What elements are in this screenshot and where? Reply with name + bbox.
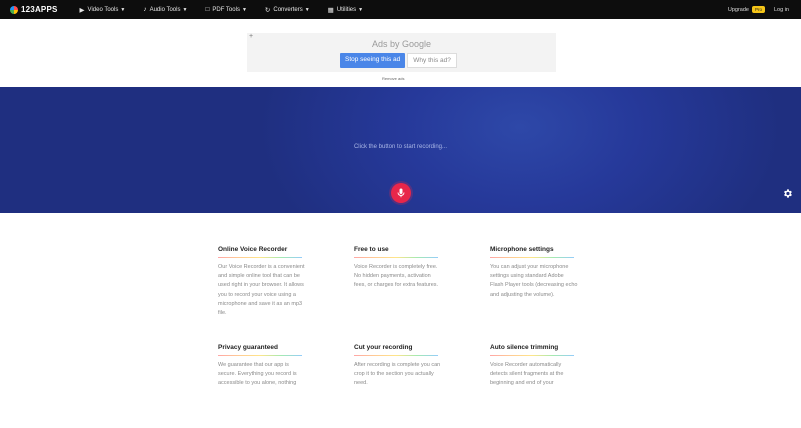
feature-title: Privacy guaranteed (218, 344, 278, 351)
nav-utilities[interactable]: ▦ Utilities ▼ (328, 6, 363, 14)
ad-buttons: Stop seeing this ad Why this ad? (340, 53, 457, 68)
feature-divider (354, 355, 438, 356)
feature-title: Cut your recording (354, 344, 413, 351)
chevron-down-icon: ▼ (304, 6, 310, 13)
feature-text: Voice Recorder is completely free. No hi… (354, 264, 439, 289)
why-this-ad-button[interactable]: Why this ad? (407, 53, 457, 68)
chevron-down-icon: ▼ (182, 6, 188, 13)
record-prompt: Click the button to start recording... (353, 144, 448, 150)
ad-title: Ads by Google (371, 39, 432, 49)
remove-ads-link[interactable]: Remove ads (382, 76, 404, 81)
microphone-icon (397, 188, 405, 198)
login-link[interactable]: Log in (774, 7, 789, 13)
nav-converters[interactable]: ↻ Converters ▼ (265, 6, 310, 14)
record-button[interactable] (391, 183, 411, 203)
top-navbar: 123APPS ▶ Video Tools ▼ ♪ Audio Tools ▼ … (0, 0, 801, 19)
feature-text: We guarantee that our app is secure. Eve… (218, 362, 297, 387)
feature-title: Auto silence trimming (490, 344, 559, 351)
logo-text: 123APPS (21, 5, 58, 14)
account-area: Upgrade Pro Log in (728, 0, 789, 19)
nav-item-label: Video Tools (87, 6, 119, 13)
logo[interactable]: 123APPS (10, 5, 58, 14)
feature-cut-your-recording: Cut your recording After recording is co… (354, 344, 454, 392)
feature-divider (218, 355, 302, 356)
nav-item-label: PDF Tools (212, 6, 240, 13)
feature-microphone-settings: Microphone settings You can adjust your … (490, 246, 590, 300)
pdf-icon: □ (205, 6, 210, 13)
chevron-down-icon: ▼ (358, 6, 364, 13)
feature-divider (490, 257, 574, 258)
chevron-down-icon: ▼ (120, 6, 126, 13)
nav-video-tools[interactable]: ▶ Video Tools ▼ (80, 6, 126, 14)
pro-badge[interactable]: Pro (751, 6, 765, 13)
nav-audio-tools[interactable]: ♪ Audio Tools ▼ (143, 6, 187, 14)
feature-divider (218, 257, 302, 258)
stop-seeing-ad-button[interactable]: Stop seeing this ad (340, 53, 406, 68)
main-nav: ▶ Video Tools ▼ ♪ Audio Tools ▼ □ PDF To… (80, 6, 382, 14)
logo-icon (10, 5, 18, 14)
nav-item-label: Utilities (336, 6, 357, 13)
ad-banner: + Ads by Google Stop seeing this ad Why … (247, 33, 556, 72)
feature-free-to-use: Free to use Voice Recorder is completely… (354, 246, 454, 291)
converters-icon: ↻ (264, 6, 271, 14)
nav-pdf-tools[interactable]: □ PDF Tools ▼ (205, 6, 246, 14)
gear-icon[interactable] (782, 188, 793, 199)
feature-text: Voice Recorder automatically detects sil… (490, 362, 564, 387)
play-icon: ▶ (79, 6, 85, 14)
feature-text: You can adjust your microphone settings … (490, 264, 578, 298)
chevron-down-icon: ▼ (241, 6, 247, 13)
grid-icon: ▦ (327, 6, 334, 14)
feature-online-voice-recorder: Online Voice Recorder Our Voice Recorder… (218, 246, 318, 318)
feature-title: Online Voice Recorder (218, 246, 288, 253)
feature-auto-silence-trimming: Auto silence trimming Voice Recorder aut… (490, 344, 590, 392)
feature-text: After recording is complete you can crop… (354, 362, 441, 387)
feature-title: Free to use (354, 246, 389, 253)
nav-item-label: Converters (273, 6, 303, 13)
feature-divider (354, 257, 438, 258)
feature-text: Our Voice Recorder is a convenient and s… (218, 264, 305, 317)
feature-title: Microphone settings (490, 246, 554, 253)
nav-item-label: Audio Tools (149, 6, 181, 13)
feature-privacy-guaranteed: Privacy guaranteed We guarantee that our… (218, 344, 318, 392)
upgrade-link[interactable]: Upgrade (728, 7, 749, 13)
feature-divider (490, 355, 574, 356)
recorder-panel: Click the button to start recording... (0, 87, 801, 213)
music-icon: ♪ (143, 6, 147, 13)
